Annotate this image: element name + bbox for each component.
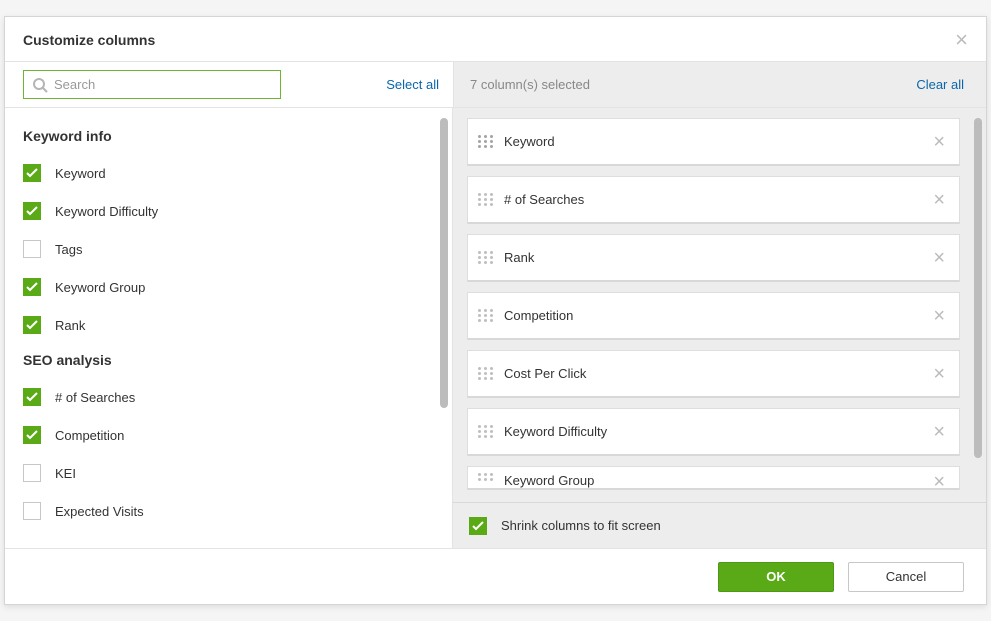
checkbox-icon[interactable] [23, 278, 41, 296]
drag-handle-icon[interactable] [476, 367, 494, 380]
shrink-label: Shrink columns to fit screen [501, 518, 661, 533]
dialog-footer: OK Cancel [5, 548, 986, 604]
column-option-label: KEI [55, 466, 76, 481]
remove-icon[interactable]: × [929, 423, 949, 441]
search-icon [32, 77, 48, 93]
remove-icon[interactable]: × [929, 473, 949, 490]
checkbox-icon[interactable] [23, 388, 41, 406]
remove-icon[interactable]: × [929, 249, 949, 267]
column-option-label: # of Searches [55, 390, 135, 405]
dialog-title: Customize columns [23, 32, 155, 48]
checkbox-icon[interactable] [23, 502, 41, 520]
remove-icon[interactable]: × [929, 133, 949, 151]
select-all-link[interactable]: Select all [386, 77, 439, 92]
dialog-body: Keyword info Keyword Keyword Difficulty … [5, 108, 986, 548]
dialog-header: Customize columns × [5, 17, 986, 62]
search-input[interactable] [54, 71, 280, 98]
selected-column-competition[interactable]: Competition × [467, 292, 960, 340]
column-option-keyword[interactable]: Keyword [23, 154, 428, 192]
selected-column-label: Cost Per Click [504, 366, 929, 381]
available-columns-pane: Keyword info Keyword Keyword Difficulty … [5, 108, 453, 548]
remove-icon[interactable]: × [929, 191, 949, 209]
selected-column-label: Rank [504, 250, 929, 265]
selected-column-keyword[interactable]: Keyword × [467, 118, 960, 166]
selected-columns-scroll[interactable]: Keyword × # of Searches × [453, 108, 986, 502]
column-option-keyword-difficulty[interactable]: Keyword Difficulty [23, 192, 428, 230]
column-option-label: Tags [55, 242, 82, 257]
selected-column-label: Competition [504, 308, 929, 323]
selected-column-label: Keyword Difficulty [504, 424, 929, 439]
checkbox-icon[interactable] [23, 202, 41, 220]
scrollbar-thumb[interactable] [974, 118, 982, 458]
selected-column-cpc[interactable]: Cost Per Click × [467, 350, 960, 398]
drag-handle-icon[interactable] [476, 193, 494, 206]
close-icon[interactable]: × [955, 31, 968, 49]
column-option-label: Competition [55, 428, 124, 443]
column-option-tags[interactable]: Tags [23, 230, 428, 268]
selected-count: 7 column(s) selected [470, 77, 590, 92]
column-option-kei[interactable]: KEI [23, 454, 428, 492]
search-field-wrap[interactable] [23, 70, 281, 99]
checkbox-icon[interactable] [23, 464, 41, 482]
checkbox-icon[interactable] [23, 316, 41, 334]
column-option-keyword-group[interactable]: Keyword Group [23, 268, 428, 306]
drag-handle-icon[interactable] [476, 309, 494, 322]
column-option-label: Keyword [55, 166, 106, 181]
column-option-searches[interactable]: # of Searches [23, 378, 428, 416]
selected-column-label: # of Searches [504, 192, 929, 207]
scrollbar-thumb[interactable] [440, 118, 448, 408]
column-option-competition[interactable]: Competition [23, 416, 428, 454]
clear-all-link[interactable]: Clear all [916, 77, 964, 92]
column-option-label: Keyword Group [55, 280, 145, 295]
selected-column-keyword-difficulty[interactable]: Keyword Difficulty × [467, 408, 960, 456]
selected-column-searches[interactable]: # of Searches × [467, 176, 960, 224]
column-option-label: Expected Visits [55, 504, 144, 519]
group-title: Keyword info [23, 128, 428, 144]
selected-column-label: Keyword [504, 134, 929, 149]
toolbar-right: 7 column(s) selected Clear all [453, 62, 986, 107]
group-title: SEO analysis [23, 352, 428, 368]
checkbox-icon[interactable] [23, 426, 41, 444]
selected-column-keyword-group[interactable]: Keyword Group × [467, 466, 960, 490]
remove-icon[interactable]: × [929, 307, 949, 325]
checkbox-icon[interactable] [23, 164, 41, 182]
checkbox-icon[interactable] [469, 517, 487, 535]
customize-columns-dialog: Customize columns × Select all 7 column(… [4, 16, 987, 605]
checkbox-icon[interactable] [23, 240, 41, 258]
column-option-label: Rank [55, 318, 85, 333]
available-columns-scroll[interactable]: Keyword info Keyword Keyword Difficulty … [5, 108, 452, 548]
column-option-label: Keyword Difficulty [55, 204, 158, 219]
selected-column-rank[interactable]: Rank × [467, 234, 960, 282]
toolbar-row: Select all 7 column(s) selected Clear al… [5, 62, 986, 108]
selected-column-label: Keyword Group [504, 473, 929, 488]
drag-handle-icon[interactable] [476, 135, 494, 148]
drag-handle-icon[interactable] [476, 251, 494, 264]
ok-button[interactable]: OK [718, 562, 834, 592]
drag-handle-icon[interactable] [476, 425, 494, 438]
toolbar-left: Select all [5, 62, 453, 107]
shrink-option-row[interactable]: Shrink columns to fit screen [453, 502, 986, 548]
remove-icon[interactable]: × [929, 365, 949, 383]
cancel-button[interactable]: Cancel [848, 562, 964, 592]
column-option-expected-visits[interactable]: Expected Visits [23, 492, 428, 530]
column-option-rank[interactable]: Rank [23, 306, 428, 344]
selected-columns-pane: Keyword × # of Searches × [453, 108, 986, 548]
drag-handle-icon[interactable] [476, 473, 494, 481]
